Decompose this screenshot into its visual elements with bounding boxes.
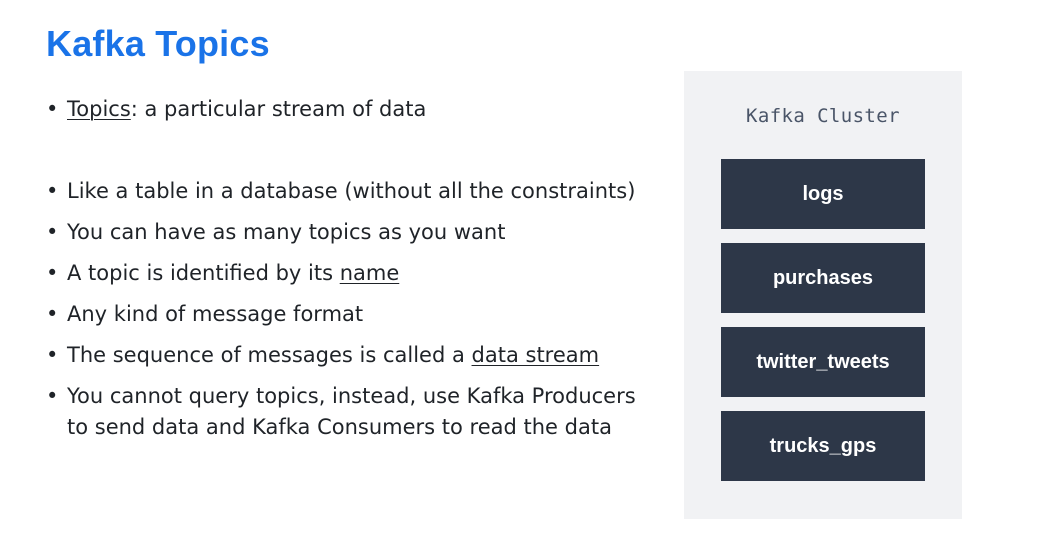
bullet-many-topics: You can have as many topics as you want bbox=[46, 217, 646, 248]
bullet-message-format: Any kind of message format bbox=[46, 299, 646, 330]
bullet-identified-by-name: A topic is identified by its name bbox=[46, 258, 646, 289]
topics-term: Topics bbox=[67, 97, 131, 121]
topic-box-logs: logs bbox=[721, 159, 925, 229]
bullet-table-analogy: Like a table in a database (without all … bbox=[46, 176, 646, 207]
bullet-topics-definition: Topics: a particular stream of data bbox=[46, 94, 646, 125]
topic-box-trucks-gps: trucks_gps bbox=[721, 411, 925, 481]
kafka-cluster-panel: Kafka Cluster logs purchases twitter_twe… bbox=[684, 71, 962, 519]
bullet-list: Topics: a particular stream of data Like… bbox=[46, 94, 646, 453]
bullet-text: A topic is identified by its bbox=[67, 261, 340, 285]
bullet-text: Like a table in a database (without all … bbox=[67, 179, 636, 203]
bullet-cannot-query: You cannot query topics, instead, use Ka… bbox=[46, 381, 646, 443]
data-stream-term: data stream bbox=[471, 343, 600, 367]
topic-box-twitter-tweets: twitter_tweets bbox=[721, 327, 925, 397]
slide-title: Kafka Topics bbox=[46, 23, 270, 64]
bullet-text: Any kind of message format bbox=[67, 302, 364, 326]
kafka-cluster-label: Kafka Cluster bbox=[746, 105, 900, 127]
topics-definition: : a particular stream of data bbox=[130, 97, 427, 121]
name-term: name bbox=[339, 261, 400, 285]
bullet-text: The sequence of messages is called a bbox=[67, 343, 472, 367]
bullet-text: You can have as many topics as you want bbox=[67, 220, 506, 244]
bullet-data-stream: The sequence of messages is called a dat… bbox=[46, 340, 646, 371]
topic-box-purchases: purchases bbox=[721, 243, 925, 313]
bullet-text-line1: You cannot query topics, instead, use Ka… bbox=[67, 384, 636, 408]
bullet-text-line2: to send data and Kafka Consumers to read… bbox=[67, 415, 612, 439]
